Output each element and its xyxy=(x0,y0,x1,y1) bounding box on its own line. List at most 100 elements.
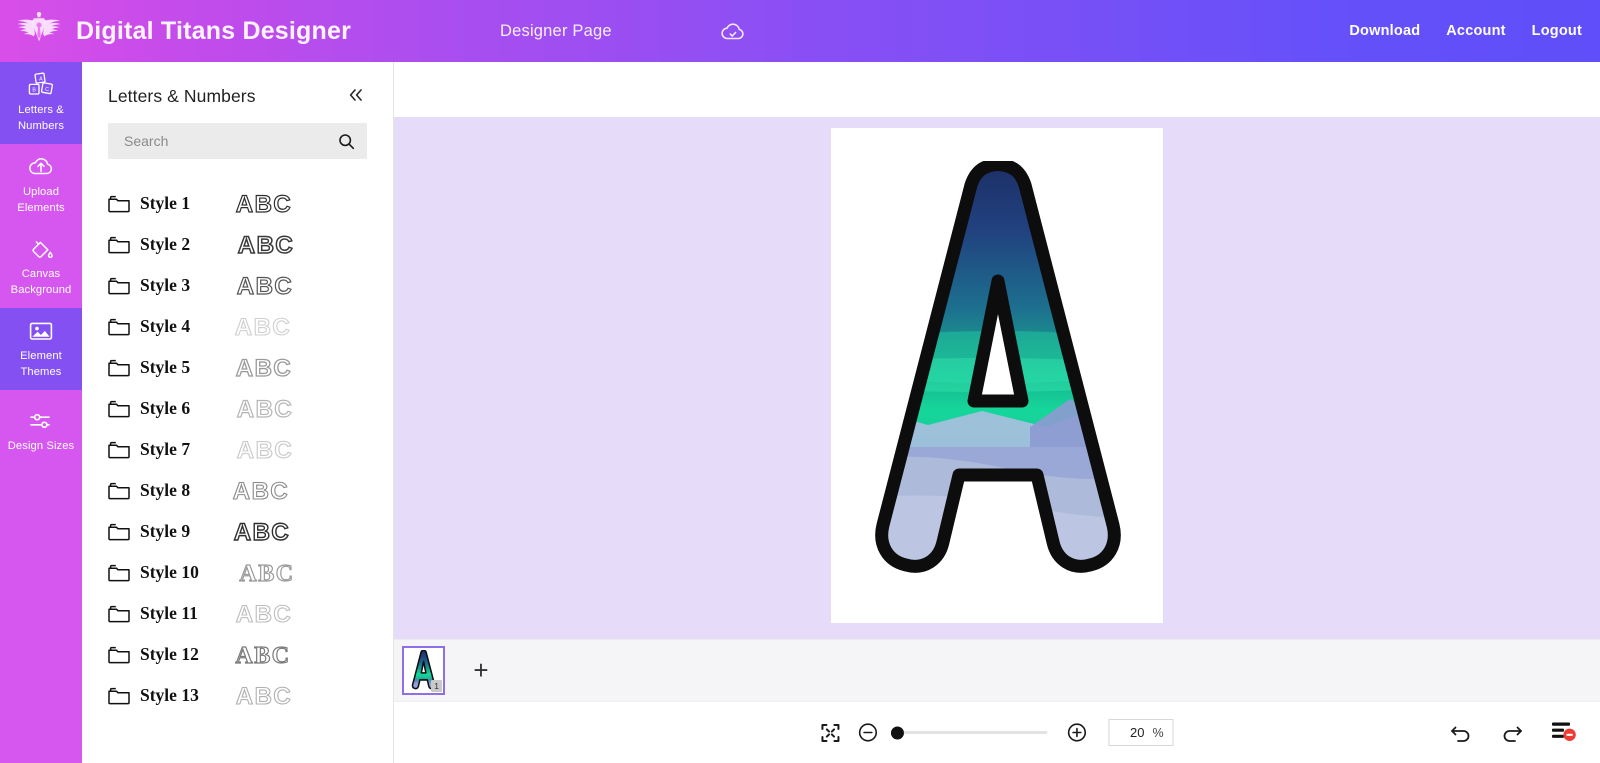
stage: 1 + xyxy=(394,62,1600,763)
style-label: Style 6 xyxy=(140,398,214,419)
svg-text:ABC: ABC xyxy=(237,437,294,463)
zoom-slider-handle[interactable] xyxy=(891,726,904,739)
canvas-area[interactable] xyxy=(394,117,1600,639)
style-preview-abc: ABC xyxy=(224,519,300,545)
panel-header: Letters & Numbers xyxy=(82,62,393,117)
zoom-out-button[interactable] xyxy=(857,722,878,743)
letters-numbers-panel: Letters & Numbers xyxy=(82,62,394,763)
folder-icon xyxy=(108,646,130,664)
zoom-input[interactable] xyxy=(1118,725,1144,740)
sidebar-item-canvas-background[interactable]: CanvasBackground xyxy=(0,226,82,308)
redo-icon[interactable] xyxy=(1500,723,1524,743)
bottom-toolbar: % xyxy=(394,701,1600,763)
style-preview-abc: ABC xyxy=(224,314,302,340)
style-list-item[interactable]: Style 7 ABC xyxy=(82,429,393,470)
sliders-icon xyxy=(27,408,55,434)
style-preview-abc: ABC xyxy=(224,191,304,217)
search-box[interactable] xyxy=(108,123,367,159)
double-chevron-left-icon[interactable] xyxy=(344,87,367,107)
page-number-badge: 1 xyxy=(431,680,442,693)
image-icon xyxy=(27,318,55,344)
account-link[interactable]: Account xyxy=(1446,23,1505,39)
designer-app: Digital Titans Designer Designer Page Do… xyxy=(0,0,1600,763)
cloud-check-icon[interactable] xyxy=(720,19,746,43)
svg-text:ABC: ABC xyxy=(237,396,294,422)
download-link[interactable]: Download xyxy=(1349,23,1420,39)
style-preview-abc: ABC xyxy=(224,396,306,422)
fit-to-screen-icon[interactable] xyxy=(820,723,840,743)
undo-icon[interactable] xyxy=(1449,723,1473,743)
zoom-value-field[interactable]: % xyxy=(1108,719,1173,746)
bottom-right-controls xyxy=(1449,719,1578,747)
header-nav-links: Download Account Logout xyxy=(1349,0,1582,62)
zoom-in-button[interactable] xyxy=(1066,722,1087,743)
style-preview-abc: ABC xyxy=(224,642,302,668)
page-thumbnail-1[interactable]: 1 xyxy=(402,646,445,695)
style-list-item[interactable]: Style 2 ABC xyxy=(82,224,393,265)
aurora-letter-a-artwork[interactable] xyxy=(832,161,1162,591)
style-label: Style 10 xyxy=(140,562,214,583)
style-list-item[interactable]: Style 9 ABC xyxy=(82,511,393,552)
zoom-slider[interactable] xyxy=(897,731,1047,734)
style-list-item[interactable]: Style 8 ABC xyxy=(82,470,393,511)
svg-text:B: B xyxy=(32,88,36,94)
sidebar-item-label: ElementThemes xyxy=(20,349,62,379)
svg-text:ABC: ABC xyxy=(234,519,291,545)
style-preview-abc: ABC xyxy=(224,273,306,299)
style-preview-abc: ABC xyxy=(224,232,308,258)
style-list-item[interactable]: Style 11 ABC xyxy=(82,593,393,634)
style-list-item[interactable]: Style 3 ABC xyxy=(82,265,393,306)
sidebar-item-element-themes[interactable]: ElementThemes xyxy=(0,308,82,390)
sidebar-item-label: Letters &Numbers xyxy=(18,103,64,133)
search-icon[interactable] xyxy=(338,133,355,150)
style-label: Style 9 xyxy=(140,521,214,542)
layers-remove-icon[interactable] xyxy=(1551,719,1578,747)
sidebar-item-label: Design Sizes xyxy=(8,439,75,454)
folder-icon xyxy=(108,564,130,582)
style-list[interactable]: Style 1 ABC Style 2 ABC Style 3 ABC Styl… xyxy=(82,169,393,763)
style-preview-abc: ABC xyxy=(224,437,306,463)
svg-text:ABC: ABC xyxy=(236,191,293,217)
style-list-item[interactable]: Style 4 ABC xyxy=(82,306,393,347)
style-preview-abc: ABC xyxy=(224,355,304,381)
paint-bucket-icon xyxy=(27,236,55,262)
pages-strip: 1 + xyxy=(394,639,1600,701)
style-label: Style 12 xyxy=(140,644,214,665)
style-list-item[interactable]: Style 13 ABC xyxy=(82,675,393,716)
sidebar-item-design-sizes[interactable]: Design Sizes xyxy=(0,390,82,472)
style-label: Style 5 xyxy=(140,357,214,378)
designer-page-label[interactable]: Designer Page xyxy=(500,22,612,41)
sidebar-item-letters-numbers[interactable]: A B C Letters &Numbers xyxy=(0,62,82,144)
logout-link[interactable]: Logout xyxy=(1532,23,1582,39)
body: A B C Letters &Numbers UploadElements xyxy=(0,62,1600,763)
folder-icon xyxy=(108,236,130,254)
svg-text:ABC: ABC xyxy=(233,478,290,504)
svg-text:ABC: ABC xyxy=(239,561,294,586)
add-page-button[interactable]: + xyxy=(451,646,511,695)
style-list-item[interactable]: Style 5 ABC xyxy=(82,347,393,388)
style-list-item[interactable]: Style 12 ABC xyxy=(82,634,393,675)
brand[interactable]: Digital Titans Designer xyxy=(0,9,351,53)
sidebar-item-label: UploadElements xyxy=(17,185,64,215)
folder-icon xyxy=(108,605,130,623)
svg-text:ABC: ABC xyxy=(236,601,293,627)
svg-text:A: A xyxy=(39,77,43,83)
folder-icon xyxy=(108,441,130,459)
artboard[interactable] xyxy=(831,128,1163,623)
folder-icon xyxy=(108,482,130,500)
panel-search xyxy=(82,117,393,169)
left-icon-rail: A B C Letters &Numbers UploadElements xyxy=(0,62,82,763)
style-label: Style 1 xyxy=(140,193,214,214)
zoom-controls: % xyxy=(820,719,1173,746)
sidebar-item-upload-elements[interactable]: UploadElements xyxy=(0,144,82,226)
folder-icon xyxy=(108,195,130,213)
svg-text:ABC: ABC xyxy=(238,232,295,258)
style-list-item[interactable]: Style 6 ABC xyxy=(82,388,393,429)
search-input[interactable] xyxy=(124,133,338,149)
style-label: Style 13 xyxy=(140,685,214,706)
style-label: Style 11 xyxy=(140,603,214,624)
style-list-item[interactable]: Style 1 ABC xyxy=(82,183,393,224)
svg-text:C: C xyxy=(45,87,49,93)
cloud-upload-icon xyxy=(27,154,55,180)
style-list-item[interactable]: Style 10 ABC xyxy=(82,552,393,593)
